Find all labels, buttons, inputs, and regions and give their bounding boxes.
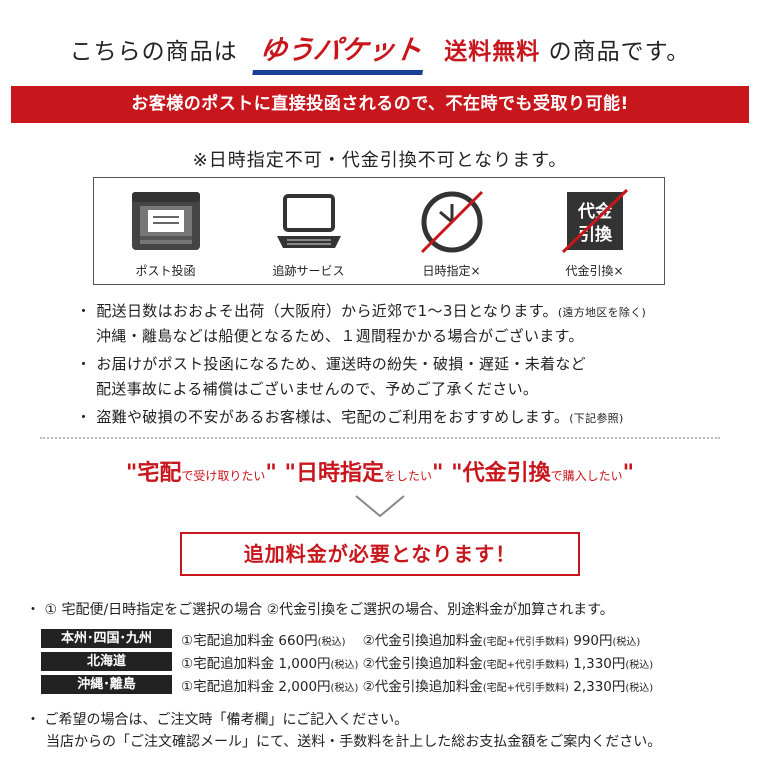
service-icons-box: ポスト投函 追跡サービス 日時指定× 代金 引換 代金引換× xyxy=(93,177,665,285)
bullet-text: お届けがポスト投函になるため、運送時の紛失・破損・遅延・未着など xyxy=(96,355,586,373)
bullet-text: 配送日数はおおよそ出荷（大阪府）から近郊で1〜3日となります。 xyxy=(96,302,558,320)
region-label: 沖縄･離島 xyxy=(41,675,172,694)
icon-cell-cod: 代金 引換 代金引換× xyxy=(523,178,666,284)
fee-row: ①宅配追加料金 2,000円(税込) ②代金引換追加料金(宅配+代引手数料) 2… xyxy=(181,679,654,695)
bullet-1-line2: 沖縄・離島などは船便となるため、１週間程かかる場合がございます。 xyxy=(96,327,584,345)
chevron-down-icon xyxy=(355,495,405,518)
free-shipping: 送料無料 xyxy=(444,39,541,65)
headline: こちらの商品は ゆうパケット 送料無料 の商品です。 xyxy=(0,28,760,75)
bullet-3-line1: ・ 盗難や破損の不安があるお客様は、宅配のご利用をおすすめします。(下記参照) xyxy=(76,408,624,426)
icon-label: 日時指定× xyxy=(422,264,481,278)
headline-prefix: こちらの商品は xyxy=(69,39,238,65)
brand-underline xyxy=(252,70,423,75)
yu-packet-logo: ゆうパケット xyxy=(249,28,433,75)
additional-fee-box: 追加料金が必要となります！ xyxy=(180,532,580,576)
headline-suffix: の商品です。 xyxy=(548,39,691,65)
icon-cell-post: ポスト投函 xyxy=(94,178,237,284)
icon-cell-datetime: 日時指定× xyxy=(380,178,523,284)
restriction-note: ※日時指定不可・代金引換不可となります。 xyxy=(192,150,568,171)
footer-line1: ・ ご希望の場合は、ご注文時「備考欄」にご記入ください。 xyxy=(26,712,409,728)
bullet-text: 盗難や破損の不安があるお客様は、宅配のご利用をおすすめします。 xyxy=(96,408,570,426)
delivery-banner: お客様のポストに直接投函されるので、不在時でも受取り可能! xyxy=(11,86,749,123)
want-delivery: 宅配 xyxy=(137,461,182,486)
brand-text: ゆうパケット xyxy=(257,35,424,66)
region-label: 本州･四国･九州 xyxy=(41,629,172,648)
region-label: 北海道 xyxy=(41,652,172,671)
fee-row: ①宅配追加料金 660円(税込) ②代金引換追加料金(宅配+代引手数料) 990… xyxy=(181,633,641,649)
want-datetime: 日時指定 xyxy=(295,461,384,486)
icon-cell-tracking: 追跡サービス xyxy=(237,178,380,284)
cod-glyph-top: 代金 xyxy=(577,201,613,222)
fee-intro: ・ ① 宅配便/日時指定をご選択の場合 ②代金引換をご選択の場合、別途料金が加算… xyxy=(26,602,614,618)
bullet-1-line1: ・ 配送日数はおおよそ出荷（大阪府）から近郊で1〜3日となります。(遠方地区を除… xyxy=(76,302,647,320)
wants-line: "宅配で受け取りたい" "日時指定をしたい" "代金引換で購入したい" xyxy=(125,461,635,486)
bullet-note: (下記参照) xyxy=(569,412,624,425)
footer-line2: 当店からの「ご注文確認メール」にて、送料・手数料を計上した総お支払金額をご案内く… xyxy=(46,734,662,750)
clock-icon xyxy=(420,190,484,254)
bullet-note: (遠方地区を除く) xyxy=(557,306,647,319)
cod-icon: 代金 引換 xyxy=(561,188,629,254)
cod-glyph-bottom: 引換 xyxy=(578,224,613,245)
want-cod: 代金引換 xyxy=(462,461,551,486)
bullet-2-line1: ・ お届けがポスト投函になるため、運送時の紛失・破損・遅延・未着など xyxy=(76,355,586,373)
laptop-icon xyxy=(277,194,341,248)
dotted-divider xyxy=(40,437,720,439)
icon-label: ポスト投函 xyxy=(135,264,196,278)
bullet-2-line2: 配送事故による補償はございませんので、予めご了承ください。 xyxy=(96,380,539,398)
fee-row: ①宅配追加料金 1,000円(税込) ②代金引換追加料金(宅配+代引手数料) 1… xyxy=(181,656,654,672)
mailbox-icon xyxy=(132,192,200,250)
icon-label: 追跡サービス xyxy=(272,264,345,278)
icon-label: 代金引換× xyxy=(565,264,624,278)
